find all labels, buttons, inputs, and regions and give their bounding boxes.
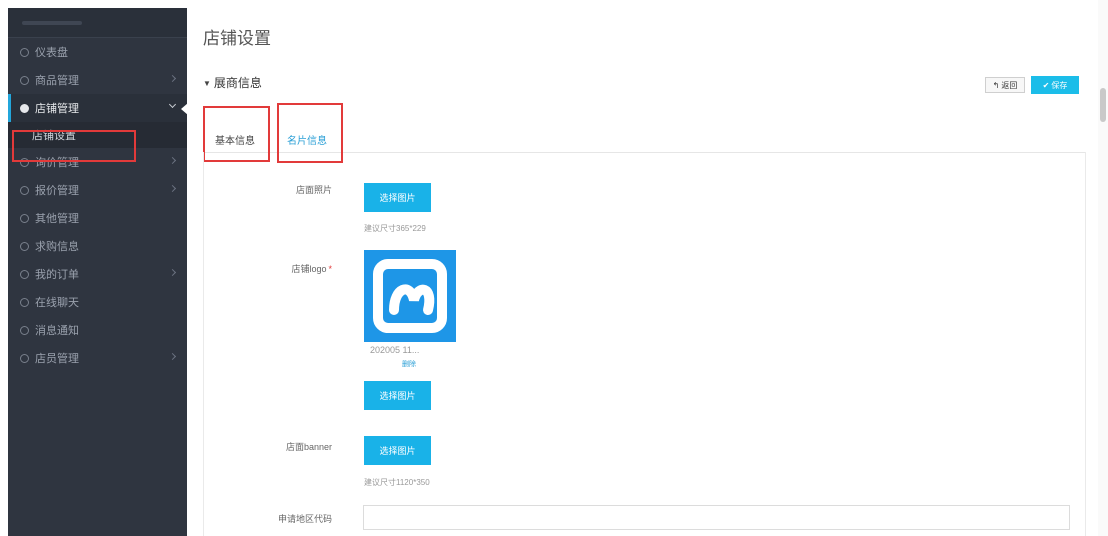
scrollbar-thumb[interactable] [1100,88,1106,122]
chevron-down-icon [168,100,177,109]
product-icon [20,75,29,85]
sidebar-item-label: 其他管理 [35,213,79,225]
chevron-right-icon [168,156,177,165]
sidebar-item-staff[interactable]: 店员管理 [8,344,187,372]
user-icon [20,353,29,363]
dashboard-icon [20,47,29,57]
tab-card-info[interactable]: 名片信息 [287,132,327,147]
region-code-input[interactable] [363,505,1070,530]
sidebar-item-label: 询价管理 [35,157,79,169]
app-root: 仪表盘 商品管理 店铺管理 店铺设置 询价管理 报价管理 其他管理 求购信息 我… [0,0,1108,536]
save-button[interactable]: ✔ 保存 [1031,76,1079,94]
shop-banner-hint: 建议尺寸1120*350 [364,478,430,487]
sidebar-item-inquiries[interactable]: 询价管理 [8,148,187,176]
sidebar-item-label: 消息通知 [35,325,79,337]
shop-logo-label-text: 店铺logo [291,264,327,274]
section-title-label: 展商信息 [213,76,262,90]
choose-shop-photo-button[interactable]: 选择图片 [364,183,431,212]
back-arrow-icon: ↰ [992,80,1000,90]
sidebar-item-label: 店铺管理 [35,103,79,115]
quote-icon [20,185,29,195]
order-icon [20,269,29,279]
shop-logo-label: 店铺logo * [212,262,332,275]
region-code-label: 申请地区代码 [277,514,332,524]
caret-down-icon: ▼ [203,79,211,88]
delete-logo-link[interactable]: 删除 [402,359,416,369]
sidebar-item-label: 求购信息 [35,241,79,253]
chevron-right-icon [168,268,177,277]
purchase-icon [20,241,29,251]
other-icon [20,213,29,223]
sidebar-item-label: 报价管理 [35,185,79,197]
sidebar-header [8,8,187,38]
check-icon: ✔ [1042,80,1050,90]
logo-glyph-icon [373,259,447,333]
save-button-label: 保存 [1051,80,1068,90]
sidebar-item-orders[interactable]: 我的订单 [8,260,187,288]
gear-icon [20,103,29,113]
chevron-right-icon [168,352,177,361]
choose-shop-logo-button[interactable]: 选择图片 [364,381,431,410]
sidebar-item-label: 我的订单 [35,269,79,281]
back-button[interactable]: ↰ 返回 [985,77,1025,93]
shop-photo-hint: 建议尺寸365*229 [364,224,426,233]
sidebar: 仪表盘 商品管理 店铺管理 店铺设置 询价管理 报价管理 其他管理 求购信息 我… [8,8,188,536]
sidebar-item-shop-management[interactable]: 店铺管理 [8,94,188,122]
section-title: ▼ 展商信息 [203,74,262,91]
shop-logo-image [364,250,456,342]
page-title: 店铺设置 [203,29,271,48]
sidebar-item-label: 店员管理 [35,353,79,365]
sidebar-subitem-shop-settings[interactable]: 店铺设置 [8,122,187,148]
shop-banner-label: 店面banner [285,442,332,452]
sidebar-item-quotes[interactable]: 报价管理 [8,176,187,204]
sidebar-item-label: 店铺设置 [32,130,76,142]
sidebar-item-chat[interactable]: 在线聊天 [8,288,187,316]
page-scrollbar[interactable] [1098,0,1108,536]
sidebar-item-label: 仪表盘 [35,47,68,59]
back-button-label: 返回 [1001,80,1018,90]
sidebar-logo-placeholder [22,21,82,25]
required-mark: * [328,264,332,274]
bell-icon [20,325,29,335]
inquiry-icon [20,157,29,167]
sidebar-item-products[interactable]: 商品管理 [8,66,187,94]
sidebar-item-notifications[interactable]: 消息通知 [8,316,187,344]
sidebar-item-label: 商品管理 [35,75,79,87]
sidebar-item-dashboard[interactable]: 仪表盘 [8,38,187,66]
shop-photo-label: 店面照片 [295,185,332,195]
sidebar-item-label: 在线聊天 [35,297,79,309]
sidebar-menu: 仪表盘 商品管理 店铺管理 店铺设置 询价管理 报价管理 其他管理 求购信息 我… [8,38,188,372]
tab-basic-info[interactable]: 基本信息 [215,132,255,147]
sidebar-item-other[interactable]: 其他管理 [8,204,187,232]
logo-file-name: 202005 11... [370,345,420,355]
chevron-right-icon [168,74,177,83]
sidebar-item-purchase-requests[interactable]: 求购信息 [8,232,187,260]
choose-shop-banner-button[interactable]: 选择图片 [364,436,431,465]
form-panel [203,152,1086,536]
chevron-right-icon [168,184,177,193]
chat-icon [20,297,29,307]
